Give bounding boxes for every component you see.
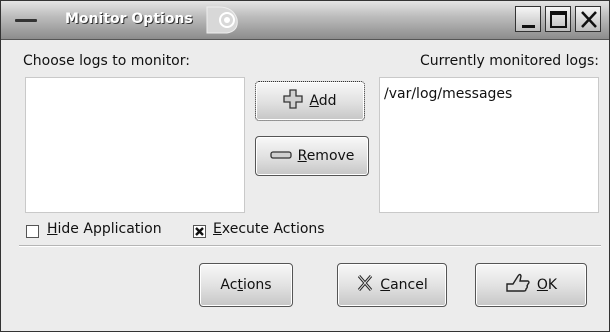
remove-button[interactable]: Remove — [255, 136, 369, 176]
app-logo-icon — [205, 5, 247, 35]
window-menu-icon[interactable] — [7, 9, 47, 31]
add-button[interactable]: Add — [255, 81, 365, 121]
ok-button-label: OK — [536, 277, 558, 293]
monitored-logs-list[interactable]: /var/log/messages — [379, 77, 599, 213]
minimize-icon[interactable] — [515, 6, 541, 32]
actions-button-label: Actions — [220, 277, 272, 293]
window-title: Monitor Options — [65, 11, 193, 27]
cancel-button-label: Cancel — [380, 277, 428, 293]
monitor-options-window: Monitor Options Choose logs to monitor: … — [0, 0, 610, 332]
close-icon[interactable] — [575, 6, 601, 32]
execute-actions-checkbox[interactable] — [193, 225, 206, 238]
cross-icon — [356, 274, 374, 296]
add-button-label: Add — [309, 93, 337, 109]
hide-application-checkbox[interactable] — [26, 225, 39, 238]
choose-logs-label: Choose logs to monitor: — [23, 53, 190, 69]
execute-actions-label[interactable]: Execute Actions — [213, 221, 325, 237]
separator — [19, 245, 601, 247]
remove-button-label: Remove — [297, 148, 355, 164]
available-logs-list[interactable] — [25, 77, 245, 213]
minus-icon — [269, 148, 292, 164]
list-item[interactable]: /var/log/messages — [380, 78, 598, 102]
ok-button[interactable]: OK — [475, 263, 587, 307]
monitored-logs-label: Currently monitored logs: — [420, 53, 599, 69]
plus-icon — [283, 89, 304, 113]
hide-application-label[interactable]: Hide Application — [47, 221, 162, 237]
maximize-icon[interactable] — [545, 6, 571, 32]
cancel-button[interactable]: Cancel — [337, 263, 447, 307]
title-bar[interactable]: Monitor Options — [1, 1, 609, 40]
actions-button[interactable]: Actions — [199, 263, 293, 307]
hand-ok-icon — [505, 272, 531, 298]
